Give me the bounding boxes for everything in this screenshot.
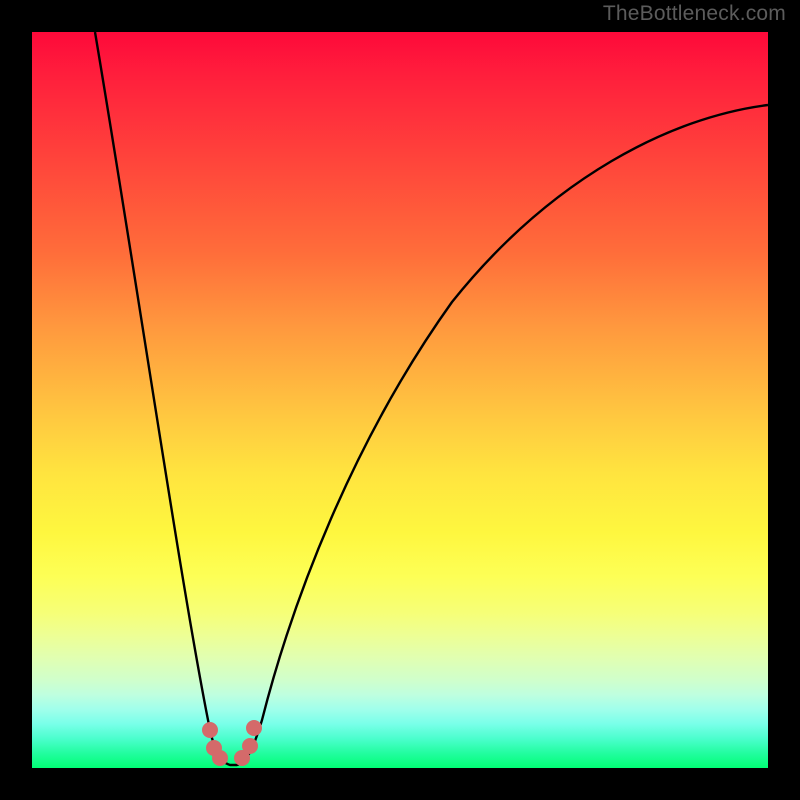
outer-frame: TheBottleneck.com xyxy=(0,0,800,800)
minimum-dots xyxy=(202,720,262,766)
watermark-text: TheBottleneck.com xyxy=(603,2,786,26)
chart-svg xyxy=(32,32,768,768)
bottleneck-curve xyxy=(95,32,768,765)
plot-area xyxy=(32,32,768,768)
